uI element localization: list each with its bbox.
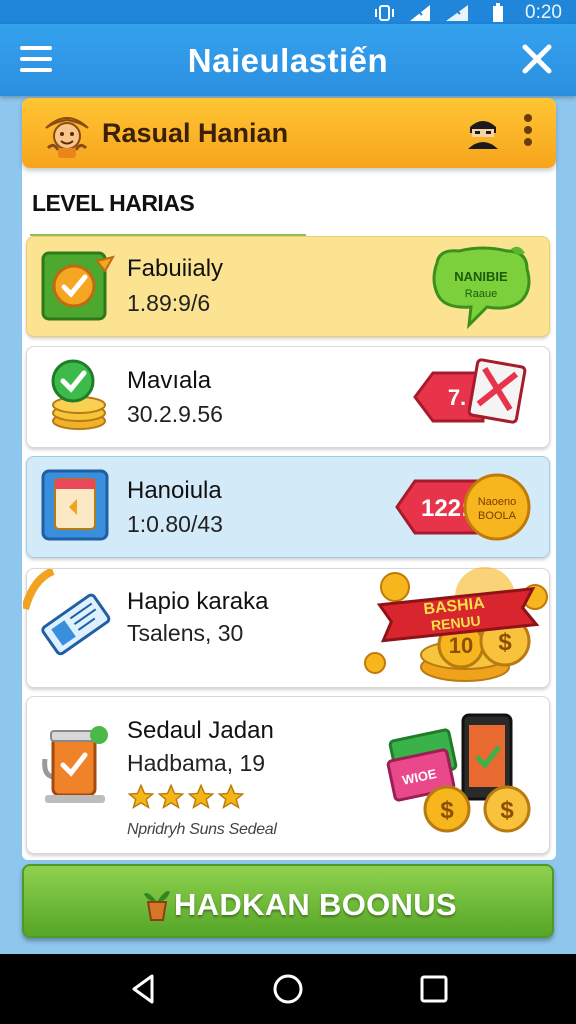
- tag-text: 7.: [448, 385, 466, 410]
- app-title: Naieulastiến: [187, 42, 389, 79]
- row-note: Npridryh Suns Sedeal: [127, 821, 277, 838]
- star-icon: [217, 783, 245, 810]
- coin-text-1: Naoeno: [478, 496, 517, 508]
- svg-text:$: $: [440, 797, 454, 824]
- app-bar: Naieulastiến: [0, 24, 576, 96]
- status-time: 0:20: [525, 2, 562, 23]
- row-name: Fabuiialy: [127, 255, 224, 282]
- jar-check-icon: [42, 726, 108, 803]
- level-row-2[interactable]: Mavıala 30.2.9.56 7.: [26, 346, 550, 448]
- plant-pot-icon: [144, 891, 170, 921]
- star-rating: [127, 783, 247, 813]
- coin-stack-check-icon: [51, 359, 106, 430]
- level-row-4[interactable]: Hapio karaka Tsalens, 30 10 $ BASHIA REN…: [23, 567, 550, 688]
- more-vertical-icon: [524, 114, 532, 122]
- row-value: 1:0.80/43: [127, 511, 223, 537]
- price-tag-coin-icon: 122: Naoeno BOOLA: [395, 473, 531, 541]
- level-row-1[interactable]: Fabuiialy 1.89:9/6 NANIBIE Raaue: [26, 236, 550, 337]
- tag-text: 122:: [421, 495, 469, 522]
- badge-text-1: NANIBIE: [454, 269, 508, 284]
- star-icon: [157, 783, 185, 810]
- row-value: 1.89:9/6: [127, 290, 211, 316]
- cash-phone-coins-icon: WIOE $ $: [386, 713, 531, 833]
- home-icon[interactable]: [271, 972, 305, 1006]
- badge-text-2: Raaue: [465, 288, 497, 300]
- star-icon: [187, 783, 215, 810]
- coin-number: 10: [449, 633, 473, 658]
- signal-icon: [410, 5, 430, 21]
- vibrate-icon: [375, 5, 394, 21]
- svg-text:$: $: [498, 629, 512, 656]
- coin-text-2: BOOLA: [478, 510, 517, 522]
- status-bar: 0:20: [0, 0, 576, 24]
- row-value: Tsalens, 30: [127, 620, 244, 646]
- row-name: Sedaul Jadan: [127, 717, 274, 744]
- ticket-phone-icon: [23, 569, 111, 656]
- recents-icon[interactable]: [418, 972, 450, 1006]
- profile-icon[interactable]: [464, 113, 502, 151]
- mascot-avatar-icon: [45, 117, 89, 158]
- coin-pile-ribbon-icon: 10 $ BASHIA RENUU: [364, 567, 548, 682]
- row-name: Hanoiula: [127, 477, 222, 504]
- svg-text:$: $: [500, 797, 514, 824]
- shield-badge-icon: [41, 251, 116, 321]
- row-value: 30.2.9.56: [127, 401, 223, 427]
- header-title: Rasual Hanian: [102, 118, 289, 148]
- speech-bubble-badge-icon: NANIBIE Raaue: [432, 246, 531, 330]
- bonus-button[interactable]: HADKAN BOONUS: [22, 864, 554, 938]
- wifi-icon: [446, 5, 468, 21]
- row-name: Mavıala: [127, 367, 212, 394]
- system-nav-bar: [0, 954, 576, 1024]
- row-name: Hapio karaka: [127, 588, 269, 615]
- level-row-5[interactable]: Sedaul Jadan Hadbama, 19 Npridryh Suns S…: [26, 696, 550, 854]
- close-icon[interactable]: [518, 40, 556, 78]
- ticket-tag-icon: 7.: [413, 358, 527, 424]
- star-icon: [127, 783, 155, 810]
- battery-icon: [493, 3, 503, 22]
- back-icon[interactable]: [128, 972, 160, 1006]
- row-value: Hadbama, 19: [127, 750, 266, 776]
- level-row-3[interactable]: Hanoiula 1:0.80/43 122: Naoeno BOOLA: [26, 456, 550, 558]
- more-options-button[interactable]: [522, 114, 534, 150]
- bonus-button-label: HADKAN BOONUS: [174, 887, 457, 922]
- header-bar: Rasual Hanian: [22, 98, 556, 168]
- calendar-card-icon: [41, 469, 109, 541]
- section-title: LEVEL HARIAS: [32, 190, 195, 216]
